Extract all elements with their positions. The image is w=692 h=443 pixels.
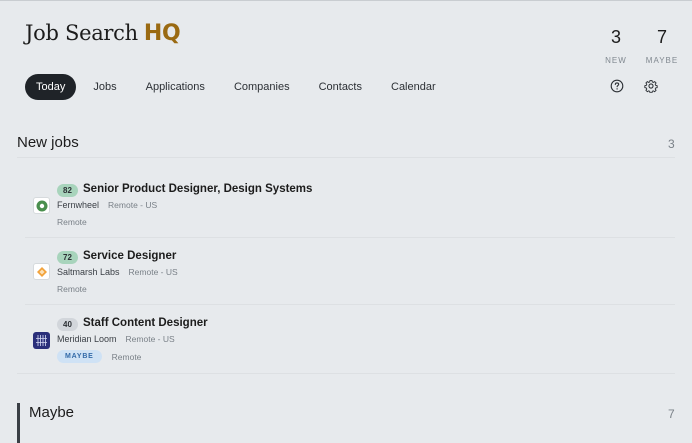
company-name[interactable]: Meridian Loom — [57, 334, 117, 344]
tab-applications[interactable]: Applications — [134, 74, 217, 100]
section-divider — [17, 157, 675, 158]
job-card[interactable]: 72 Service Designer Saltmarsh Labs Remote… — [25, 239, 675, 305]
stat-new[interactable]: 3 NEW — [594, 27, 638, 65]
section-title-maybe[interactable]: Maybe — [29, 404, 74, 421]
job-card[interactable]: 40 Staff Content Designer Meridian Loom R… — [25, 306, 675, 372]
company-name[interactable]: Fernwheel — [57, 200, 99, 210]
job-tags: Remote — [57, 217, 87, 227]
job-location: Remote - US — [128, 267, 178, 277]
job-location: Remote - US — [108, 200, 158, 210]
job-company-line: Saltmarsh Labs Remote - US — [57, 267, 178, 277]
status-badge-maybe[interactable]: MAYBE — [57, 350, 102, 363]
logo-text: Job Search — [25, 21, 138, 45]
section-count-maybe: 7 — [668, 407, 675, 421]
job-location: Remote - US — [125, 334, 175, 344]
job-title[interactable]: Senior Product Designer, Design Systems — [83, 183, 312, 195]
tab-jobs[interactable]: Jobs — [81, 74, 128, 100]
tag-remote: Remote — [111, 351, 142, 362]
company-name[interactable]: Saltmarsh Labs — [57, 267, 120, 277]
match-score: 82 — [57, 184, 78, 197]
stat-new-value: 3 — [610, 27, 621, 47]
section-count-new-jobs: 3 — [668, 137, 675, 151]
job-company-line: Fernwheel Remote - US — [57, 200, 157, 210]
meridian-loom-logo-icon — [33, 332, 50, 349]
job-tags: MAYBE Remote — [57, 350, 141, 363]
tab-calendar[interactable]: Calendar — [379, 74, 448, 100]
stat-maybe[interactable]: 7 MAYBE — [640, 27, 684, 65]
job-tags: Remote — [57, 284, 87, 294]
job-company-line: Meridian Loom Remote - US — [57, 334, 175, 344]
stat-maybe-value: 7 — [656, 27, 667, 47]
section-accent-bar — [17, 403, 20, 443]
help-icon[interactable] — [610, 79, 624, 93]
job-title[interactable]: Staff Content Designer — [83, 317, 208, 329]
fernwheel-logo-icon — [33, 197, 50, 214]
tab-today[interactable]: Today — [25, 74, 77, 100]
tag-remote: Remote — [57, 217, 87, 227]
logo-accent: HQ — [143, 21, 181, 46]
match-score: 72 — [57, 251, 78, 264]
section-divider — [17, 373, 675, 374]
match-score: 40 — [57, 318, 78, 331]
stat-new-label: NEW — [605, 56, 627, 65]
app-logo[interactable]: Job Search HQ — [25, 21, 181, 46]
tag-remote: Remote — [57, 284, 87, 294]
saltmarsh-logo-icon — [33, 263, 50, 280]
section-title-new-jobs: New jobs — [17, 134, 79, 151]
stat-maybe-label: MAYBE — [645, 56, 679, 65]
gear-icon[interactable] — [644, 79, 658, 94]
job-title[interactable]: Service Designer — [83, 250, 176, 262]
tab-contacts[interactable]: Contacts — [307, 74, 374, 100]
job-card[interactable]: 82 Senior Product Designer, Design Syste… — [25, 172, 675, 238]
tab-companies[interactable]: Companies — [222, 74, 302, 100]
main-nav: Today Jobs Applications Companies Contac… — [25, 74, 453, 100]
